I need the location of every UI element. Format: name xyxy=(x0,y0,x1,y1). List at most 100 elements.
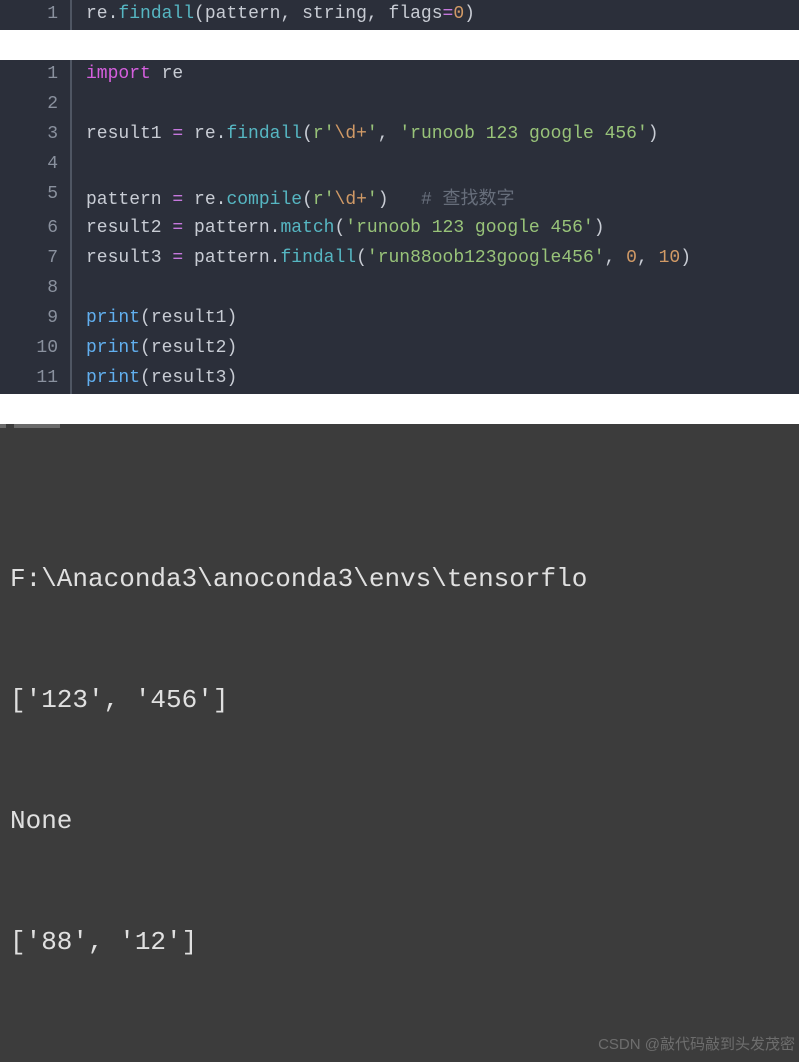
token-str: ' xyxy=(324,124,335,144)
token-id: result3 xyxy=(151,368,227,388)
token-str: 'runoob 123 google 456' xyxy=(399,124,647,144)
gap xyxy=(0,30,799,60)
token-punc: ( xyxy=(302,190,313,210)
line-number: 8 xyxy=(0,274,72,304)
code-content: result3 = pattern.findall('run88oob123go… xyxy=(72,244,691,274)
code-content xyxy=(72,150,86,180)
token-punc: , xyxy=(637,248,659,268)
token-op: = xyxy=(172,218,183,238)
code-line: 1 re.findall(pattern, string, flags=0) xyxy=(0,0,799,30)
token-print: print xyxy=(86,308,140,328)
token-punc: ) xyxy=(464,4,475,24)
code-line: 11 print(result3) xyxy=(0,364,799,394)
token-str: r xyxy=(313,190,324,210)
code-content: re.findall(pattern, string, flags=0) xyxy=(72,0,475,30)
code-content: print(result3) xyxy=(72,364,237,394)
line-number: 1 xyxy=(0,60,72,90)
token-punc: . xyxy=(216,190,227,210)
token-punc: , xyxy=(605,248,627,268)
code-line: 7 result3 = pattern.findall('run88oob123… xyxy=(0,244,799,274)
token-punc: . xyxy=(108,4,119,24)
token-func: findall xyxy=(280,248,356,268)
token-esc: \d+ xyxy=(335,190,367,210)
code-block-signature: 1 re.findall(pattern, string, flags=0) xyxy=(0,0,799,30)
token-punc: . xyxy=(270,248,281,268)
code-line: 3 result1 = re.findall(r'\d+', 'runoob 1… xyxy=(0,120,799,150)
token-print: print xyxy=(86,368,140,388)
token-punc: ) xyxy=(226,338,237,358)
line-number: 1 xyxy=(0,0,72,30)
code-content: result2 = pattern.match('runoob 123 goog… xyxy=(72,214,605,244)
token-str: ' xyxy=(367,190,378,210)
line-number: 11 xyxy=(0,364,72,394)
line-number: 10 xyxy=(0,334,72,364)
code-line: 8 xyxy=(0,274,799,304)
token-id: result2 xyxy=(86,218,172,238)
token-str: 'run88oob123google456' xyxy=(367,248,605,268)
line-number: 7 xyxy=(0,244,72,274)
line-number: 6 xyxy=(0,214,72,244)
token-punc: ( xyxy=(140,368,151,388)
terminal-top-bar xyxy=(0,424,799,428)
token-punc: ( xyxy=(140,338,151,358)
token-sp xyxy=(151,64,162,84)
token-num: 0 xyxy=(626,248,637,268)
token-id: re xyxy=(162,64,184,84)
code-content: print(result2) xyxy=(72,334,237,364)
line-number: 5 xyxy=(0,180,72,214)
token-punc: ( xyxy=(140,308,151,328)
code-content: import re xyxy=(72,60,183,90)
code-line: 4 xyxy=(0,150,799,180)
token-id: pattern xyxy=(183,218,269,238)
token-punc: , xyxy=(378,124,400,144)
token-kw: import xyxy=(86,64,151,84)
token-punc: ) xyxy=(226,368,237,388)
token-punc: ( xyxy=(194,4,205,24)
token-print: print xyxy=(86,338,140,358)
code-line: 6 result2 = pattern.match('runoob 123 go… xyxy=(0,214,799,244)
terminal-line: None xyxy=(10,801,789,841)
token-id: pattern xyxy=(86,190,172,210)
terminal-output: F:\Anaconda3\anoconda3\envs\tensorflo ['… xyxy=(0,424,799,1062)
line-number: 4 xyxy=(0,150,72,180)
token-sp xyxy=(389,190,421,210)
token-punc: ) xyxy=(594,218,605,238)
terminal-line: ['88', '12'] xyxy=(10,922,789,962)
token-punc: ( xyxy=(356,248,367,268)
code-line: 1 import re xyxy=(0,60,799,90)
token-op: = xyxy=(172,190,183,210)
code-content xyxy=(72,90,86,120)
token-punc: ( xyxy=(302,124,313,144)
token-op: = xyxy=(443,4,454,24)
token-id: result1 xyxy=(151,308,227,328)
token-id: pattern xyxy=(183,248,269,268)
token-punc: ) xyxy=(378,190,389,210)
token-comment: # 查找数字 xyxy=(421,190,515,210)
token-punc: . xyxy=(216,124,227,144)
code-content: print(result1) xyxy=(72,304,237,334)
code-line: 10 print(result2) xyxy=(0,334,799,364)
code-content xyxy=(72,274,86,304)
token-id: re xyxy=(86,4,108,24)
token-punc: ) xyxy=(226,308,237,328)
line-number: 9 xyxy=(0,304,72,334)
token-id: flags xyxy=(389,4,443,24)
token-id: pattern xyxy=(205,4,281,24)
watermark: CSDN @敲代码敲到头发茂密 xyxy=(598,1033,795,1056)
token-id: re xyxy=(183,124,215,144)
token-punc: , xyxy=(367,4,389,24)
token-op: = xyxy=(172,248,183,268)
token-punc: . xyxy=(270,218,281,238)
token-id: result2 xyxy=(151,338,227,358)
code-line: 2 xyxy=(0,90,799,120)
token-id: result1 xyxy=(86,124,172,144)
code-block-main: 1 import re 2 3 result1 = re.findall(r'\… xyxy=(0,60,799,394)
line-number: 2 xyxy=(0,90,72,120)
token-esc: \d+ xyxy=(335,124,367,144)
token-punc: ) xyxy=(648,124,659,144)
token-func: findall xyxy=(118,4,194,24)
token-punc: , xyxy=(280,4,302,24)
token-id: string xyxy=(302,4,367,24)
code-content: pattern = re.compile(r'\d+') # 查找数字 xyxy=(72,180,515,214)
token-id: re xyxy=(183,190,215,210)
